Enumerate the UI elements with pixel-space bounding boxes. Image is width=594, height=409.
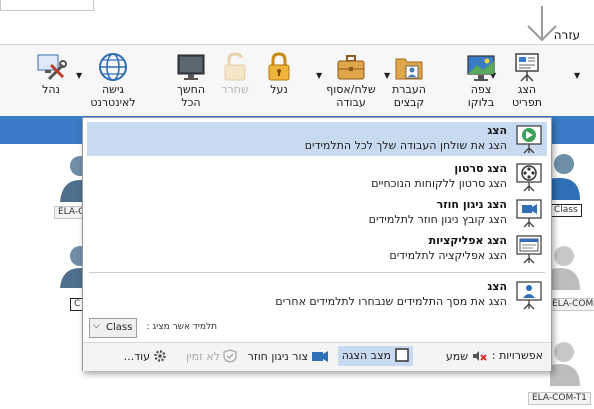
watch-screen-icon [467,55,495,81]
transfer-label-1: העברת [392,83,426,96]
time-limit-label: לא זמין [186,350,220,363]
send-collect-label-1: שלח/אסוף [326,83,376,96]
record-replay-icon [312,351,328,362]
watch-button[interactable]: צפה בלוקו [452,51,510,115]
class-selector-row: ⌵ Class תלמיד אשר מציג : [87,317,547,339]
blank-label-1: החשך [176,83,206,96]
manage-label: נהל [42,83,60,96]
item-title: הצג ניגון חוזר [436,198,507,211]
tab-strip [0,0,94,11]
internet-label-2: לאינטרנט [90,96,136,109]
present-desktop-item[interactable]: הצג הצג את שולחן העבודה שלך לכל התלמידים [87,122,547,156]
class-select[interactable]: ⌵ Class [89,318,137,338]
play-screen-icon [516,125,542,154]
options-label: אפשרויות : [491,349,543,362]
manage-button[interactable]: נהל [22,51,80,115]
class-select-value: Class [106,322,133,333]
present-icon [515,53,539,82]
application-window-icon [516,235,542,264]
send-collect-dropdown-arrow[interactable]: ▼ [384,71,390,80]
annotation-arrow [527,6,557,42]
transfer-files-button[interactable]: העברת קבצים [380,51,438,115]
item-description: הצג קובץ ניגון חוזר לתלמידים [368,213,507,226]
fullscreen-checkbox-icon [395,348,409,362]
audio-option[interactable]: שמע [446,349,487,363]
globe-icon [99,53,127,81]
shield-icon [223,349,237,363]
briefcase-icon [337,55,365,80]
item-description: הצג את שולחן העבודה שלך לכל התלמידים [304,139,507,152]
ribbon-more-arrow[interactable]: ▼ [574,71,580,80]
create-replay-label: צור ניגון חוזר [247,350,308,363]
student-avatar-icon [550,342,580,386]
ribbon-toolbar: ▼ הצג תפריט ▼ צפה בלוקו העברת קבצים ▼ של… [0,44,594,117]
show-application-item[interactable]: הצג אפליקציות הצג אפליקציה לתלמידים [87,232,547,266]
replay-camera-icon [516,199,542,228]
computer-label[interactable]: ELA-COM-T1 [528,392,591,405]
options-bar: אפשרויות : שמע מצב הצגה צור ניגון חוזר ל… [83,342,551,371]
audio-off-icon [473,351,487,361]
audio-option-label: שמע [445,350,468,363]
blank-all-button[interactable]: החשך הכל [162,51,220,115]
item-title: הצג אפליקציות [428,234,507,247]
present-mode-label: מצב הצגה [341,349,391,362]
student-avatar-icon [550,154,580,200]
gear-icon [154,350,166,362]
class-hint: תלמיד אשר מציג : [146,322,217,332]
more-option[interactable]: עוד... [124,349,167,363]
internet-access-button[interactable]: גישה לאינטרנט [84,51,142,115]
send-collect-button[interactable]: שלח/אסוף עבודה [322,51,380,115]
unlock-icon [224,52,246,81]
computer-label[interactable]: ELA-COM-28 [548,298,594,311]
transfer-label-2: קבצים [393,96,425,109]
item-title: הצג [487,280,507,293]
present-dropdown-panel: הצג הצג את שולחן העבודה שלך לכל התלמידים… [82,117,552,371]
show-video-item[interactable]: הצג סרטון הצג סרטון ללקוחות הנוכחיים [87,160,547,194]
item-description: הצג אפליקציה לתלמידים [389,249,507,262]
more-option-label: עוד... [123,350,150,363]
show-replay-item[interactable]: הצג ניגון חוזר הצג קובץ ניגון חוזר לתלמי… [87,196,547,230]
folder-user-icon [395,58,423,80]
create-replay-option[interactable]: צור ניגון חוזר [248,349,329,363]
present-mode-option[interactable]: מצב הצגה [337,346,413,366]
time-limit-option[interactable]: לא זמין [186,349,237,363]
watch-label-1: צפה [470,83,492,96]
monitor-icon [177,54,205,80]
watch-label-2: בלוקו [467,96,495,109]
item-description: הצג סרטון ללקוחות הנוכחיים [371,177,507,190]
panel-divider [89,272,545,273]
computer-label[interactable]: Class [550,204,582,217]
item-description: הצג את מסך התלמידים שנבחרו לתלמידים אחרי… [275,295,507,308]
internet-label-1: גישה [102,83,124,96]
chevron-down-icon: ⌵ [93,321,100,331]
show-student-item[interactable]: הצג הצג את מסך התלמידים שנבחרו לתלמידים … [87,278,547,312]
student-screen-icon [516,281,542,310]
tools-icon [37,54,67,81]
student-avatar-icon [550,246,580,290]
lock-icon [268,52,290,81]
film-reel-icon [516,163,542,192]
item-title: הצג סרטון [454,162,507,175]
item-title: הצג [487,124,507,137]
lock-dropdown-arrow[interactable]: ▼ [316,71,322,80]
blank-label-2: הכל [181,96,201,109]
send-collect-label-2: עבודה [336,96,366,109]
